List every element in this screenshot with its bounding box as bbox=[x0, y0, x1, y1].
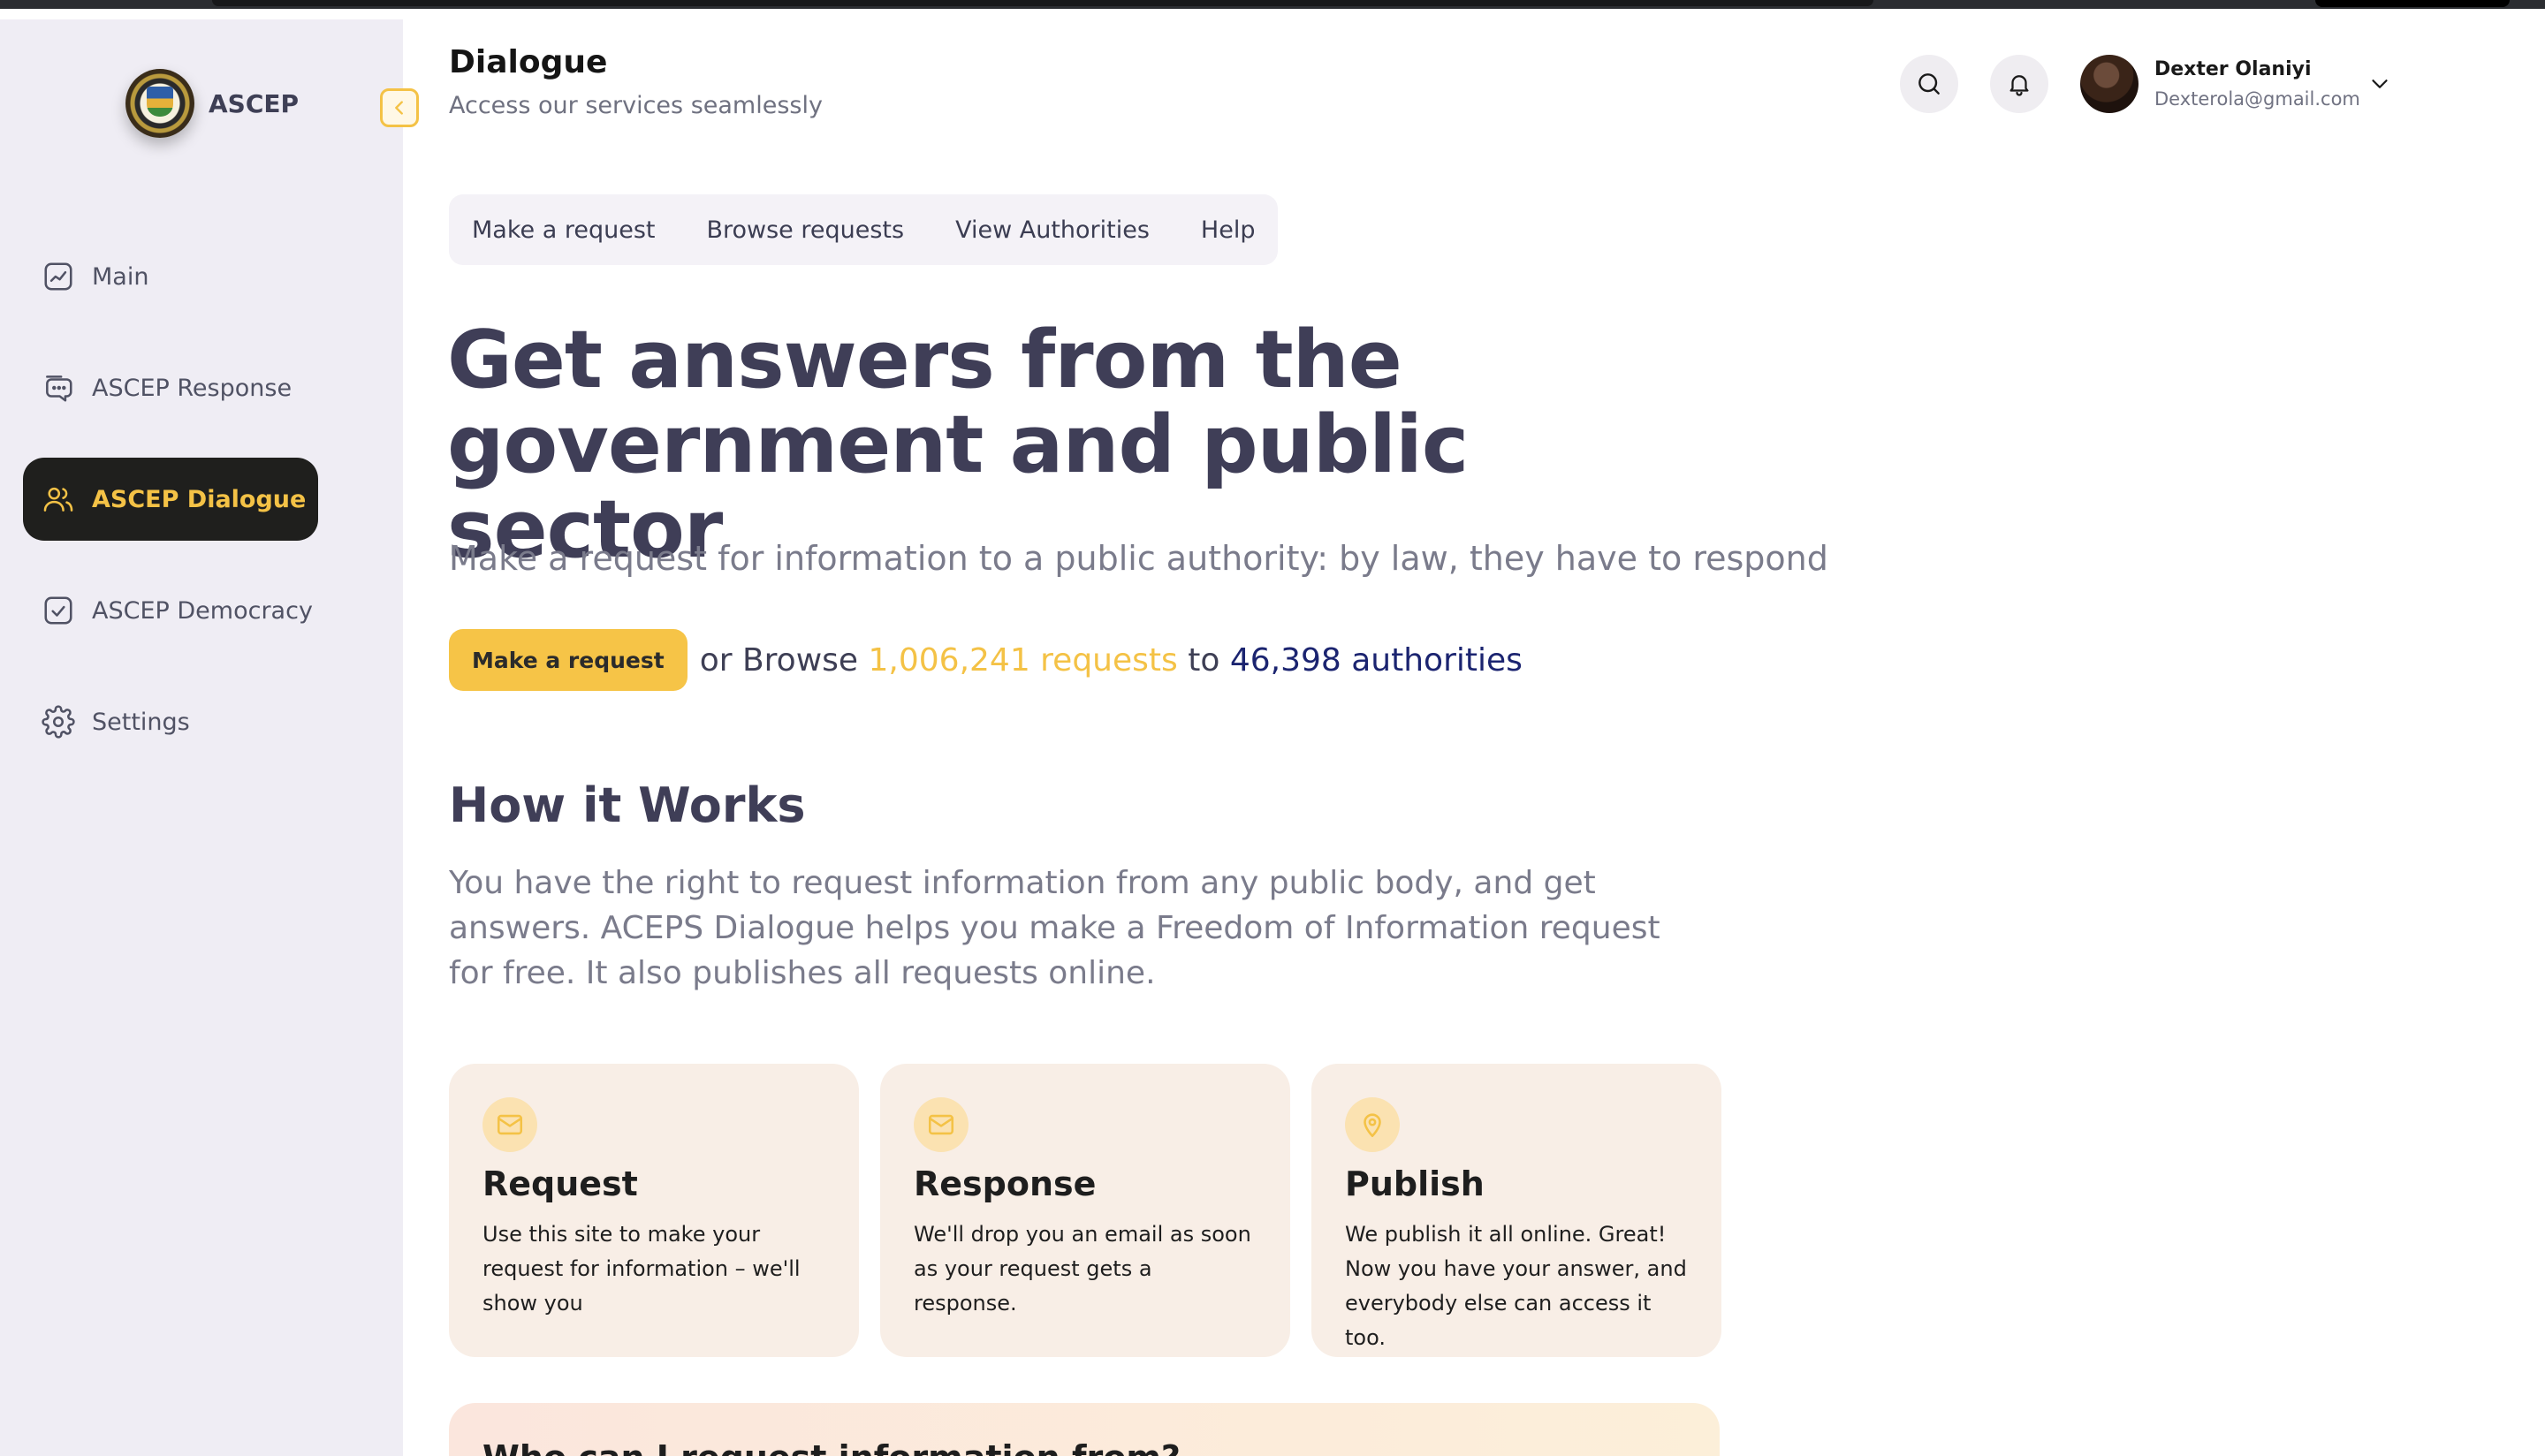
brand[interactable]: ASCEP bbox=[125, 69, 299, 138]
search-button[interactable] bbox=[1900, 55, 1958, 113]
card-title: Response bbox=[914, 1164, 1097, 1203]
top-bar-right-notch bbox=[2315, 0, 2510, 7]
chart-line-icon bbox=[41, 259, 76, 294]
page-subtitle: Access our services seamlessly bbox=[449, 92, 823, 119]
card-text: We'll drop you an email as soon as your … bbox=[914, 1222, 1251, 1316]
notifications-button[interactable] bbox=[1990, 55, 2048, 113]
page-title: Dialogue bbox=[449, 44, 608, 80]
sidebar-item-label: Main bbox=[92, 262, 149, 291]
sidebar: ASCEP Main ASCEP Response ASCEP Dialogue… bbox=[0, 19, 403, 1456]
card-text: Use this site to make your request for i… bbox=[482, 1222, 801, 1316]
sidebar-item-main[interactable]: Main bbox=[23, 235, 376, 318]
sidebar-item-ascep-dialogue[interactable]: ASCEP Dialogue bbox=[23, 458, 318, 541]
hero-description: Make a request for information to a publ… bbox=[449, 539, 1828, 578]
tab-help[interactable]: Help bbox=[1201, 216, 1256, 244]
sidebar-item-label: ASCEP Dialogue bbox=[92, 485, 307, 513]
card-text: We publish it all online. Great! Now you… bbox=[1345, 1222, 1687, 1350]
card-title: Publish bbox=[1345, 1164, 1485, 1203]
user-email: Dexterola@gmail.com bbox=[2154, 88, 2360, 110]
sidebar-item-label: ASCEP Response bbox=[92, 374, 292, 402]
hero-title: Get answers from the government and publ… bbox=[447, 314, 1469, 576]
cta-row: Make a request or Browse 1,006,241 reque… bbox=[449, 629, 1523, 691]
panel-title: Who can I request information from? bbox=[482, 1438, 1181, 1456]
chat-bubbles-icon bbox=[41, 370, 76, 406]
how-it-works-title: How it Works bbox=[449, 777, 806, 833]
mail-icon bbox=[914, 1097, 969, 1152]
tab-browse-requests[interactable]: Browse requests bbox=[706, 216, 904, 244]
collapse-sidebar-button[interactable] bbox=[380, 88, 419, 127]
top-bar-notch bbox=[212, 0, 1873, 6]
tab-view-authorities[interactable]: View Authorities bbox=[955, 216, 1150, 244]
check-square-icon bbox=[41, 593, 76, 628]
sidebar-item-label: Settings bbox=[92, 708, 190, 736]
user-name: Dexter Olaniyi bbox=[2154, 58, 2312, 80]
map-pin-icon bbox=[1345, 1097, 1400, 1152]
sidebar-item-ascep-democracy[interactable]: ASCEP Democracy bbox=[23, 569, 376, 652]
requests-link[interactable]: 1,006,241 requests bbox=[869, 642, 1178, 679]
card-publish: Publish We publish it all online. Great!… bbox=[1311, 1064, 1721, 1357]
users-icon bbox=[41, 482, 76, 517]
browse-label: or Browse bbox=[699, 641, 859, 679]
sidebar-nav: Main ASCEP Response ASCEP Dialogue ASCEP… bbox=[23, 235, 376, 792]
gear-icon bbox=[41, 704, 76, 739]
search-icon bbox=[1918, 73, 1940, 95]
who-can-i-request-panel: Who can I request information from? bbox=[449, 1403, 1720, 1456]
sidebar-item-ascep-response[interactable]: ASCEP Response bbox=[23, 346, 376, 429]
chevron-left-icon bbox=[395, 101, 403, 115]
avatar[interactable] bbox=[2080, 55, 2139, 113]
card-response: Response We'll drop you an email as soon… bbox=[880, 1064, 1290, 1357]
user-menu-toggle[interactable] bbox=[2366, 71, 2393, 97]
bell-icon bbox=[2009, 75, 2029, 96]
tab-make-a-request[interactable]: Make a request bbox=[472, 216, 655, 244]
browse-text: or Browse 1,006,241 requests to 46,398 a… bbox=[700, 642, 1523, 679]
chevron-down-icon bbox=[2372, 80, 2388, 88]
sidebar-item-label: ASCEP Democracy bbox=[92, 596, 313, 625]
dialogue-tabs: Make a request Browse requests View Auth… bbox=[449, 194, 1279, 265]
card-request: Request Use this site to make your reque… bbox=[449, 1064, 859, 1357]
browser-top-bar bbox=[0, 0, 2545, 19]
how-it-works-description: You have the right to request informatio… bbox=[449, 865, 1660, 991]
sidebar-item-settings[interactable]: Settings bbox=[23, 680, 376, 763]
brand-name: ASCEP bbox=[209, 88, 300, 118]
card-title: Request bbox=[482, 1164, 638, 1203]
authorities-link[interactable]: 46,398 authorities bbox=[1230, 642, 1523, 679]
to-label: to bbox=[1188, 641, 1220, 679]
mail-icon bbox=[482, 1097, 537, 1152]
logo-emblem bbox=[147, 87, 173, 117]
make-request-button[interactable]: Make a request bbox=[449, 629, 688, 691]
ascep-logo bbox=[125, 69, 194, 138]
